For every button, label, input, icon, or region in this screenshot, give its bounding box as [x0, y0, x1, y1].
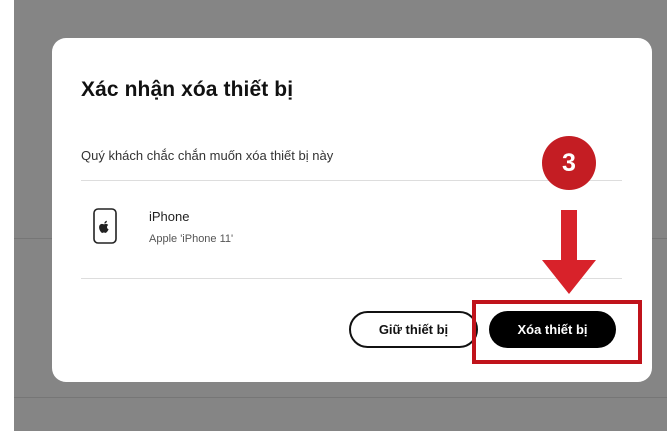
arrow-down-icon: [542, 210, 596, 294]
background-divider: [14, 397, 667, 398]
confirm-question: Quý khách chắc chắn muốn xóa thiết bị nà…: [81, 148, 334, 163]
step-badge: 3: [542, 136, 596, 190]
keep-device-button[interactable]: Giữ thiết bị: [349, 311, 478, 348]
device-model: Apple 'iPhone 11': [149, 233, 234, 245]
dialog-title: Xác nhận xóa thiết bị: [81, 78, 294, 101]
divider: [81, 180, 622, 181]
phone-icon: [93, 208, 117, 244]
device-name: iPhone: [149, 209, 190, 224]
highlight-box: [472, 300, 642, 364]
